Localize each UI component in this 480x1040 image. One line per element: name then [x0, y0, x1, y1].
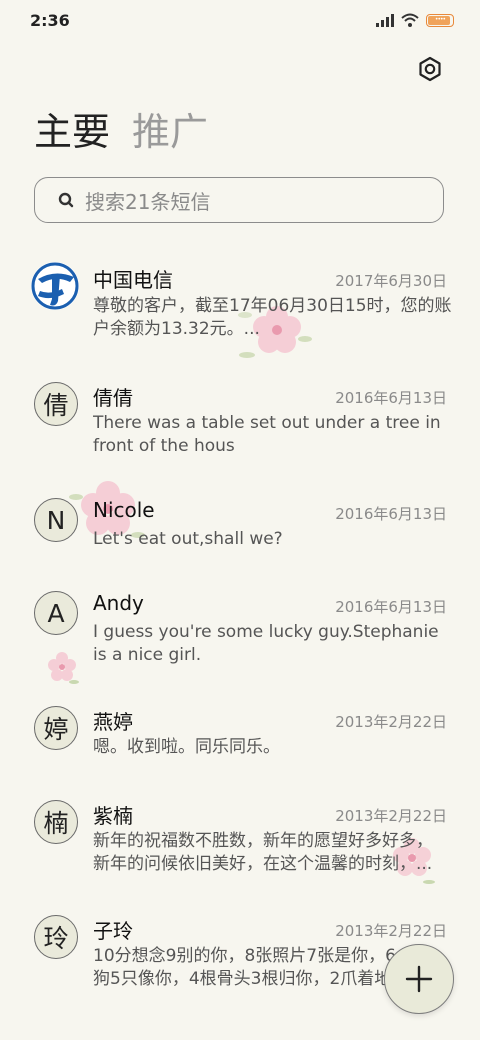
new-message-button[interactable]: [384, 944, 454, 1014]
contact-name: 子玲: [93, 919, 133, 943]
avatar: A: [34, 591, 78, 635]
tab-promo[interactable]: 推广: [132, 108, 208, 156]
search-icon: [58, 192, 74, 208]
list-item[interactable]: N Nicole 2016年6月13日 Let's eat out,shall …: [0, 486, 480, 576]
list-item[interactable]: 婷 燕婷 2013年2月22日 嗯。收到啦。同乐同乐。: [0, 696, 480, 786]
avatar: 楠: [34, 800, 78, 844]
message-preview: 尊敬的客户，截至17年06月30日15时，您的账 户余额为13.32元。...: [93, 296, 452, 339]
list-item[interactable]: A Andy 2016年6月13日 I guess you're some lu…: [0, 580, 480, 690]
tab-bar: 主要 推广: [34, 108, 208, 156]
avatar: 倩: [34, 382, 78, 426]
avatar: 玲: [34, 915, 78, 959]
avatar: 婷: [34, 706, 78, 750]
message-date: 2013年2月22日: [335, 807, 447, 825]
list-item[interactable]: 中国电信 2017年6月30日 尊敬的客户，截至17年06月30日15时，您的账…: [0, 248, 480, 368]
settings-gear-icon[interactable]: [416, 55, 444, 83]
message-preview: There was a table set out under a tree i…: [93, 413, 441, 456]
message-date: 2016年6月13日: [335, 598, 447, 616]
china-telecom-logo-icon: [31, 262, 79, 310]
message-date: 2013年2月22日: [335, 713, 447, 731]
message-date: 2016年6月13日: [335, 505, 447, 523]
contact-name: 紫楠: [93, 804, 133, 828]
contact-name: Andy: [93, 591, 144, 615]
search-placeholder: 搜索21条短信: [85, 189, 211, 214]
message-date: 2017年6月30日: [335, 272, 447, 290]
battery-icon: ••••: [426, 13, 454, 27]
signal-icon: [376, 13, 394, 27]
contact-name: Nicole: [93, 498, 155, 522]
status-icons: ••••: [376, 13, 454, 27]
wifi-icon: [401, 13, 419, 27]
message-preview: 嗯。收到啦。同乐同乐。: [93, 737, 280, 757]
message-date: 2013年2月22日: [335, 922, 447, 940]
avatar: N: [34, 498, 78, 542]
contact-name: 中国电信: [93, 268, 173, 292]
contact-name: 倩倩: [93, 386, 133, 410]
contact-name: 燕婷: [93, 710, 133, 734]
message-date: 2016年6月13日: [335, 389, 447, 407]
message-preview: I guess you're some lucky guy.Stephanie …: [93, 622, 439, 665]
message-preview: Let's eat out,shall we?: [93, 529, 283, 549]
battery-dots: ••••: [434, 16, 446, 23]
search-input[interactable]: 搜索21条短信: [34, 177, 444, 223]
tab-primary[interactable]: 主要: [34, 108, 110, 156]
plus-icon: [405, 965, 433, 993]
status-bar: 2:36 ••••: [0, 0, 480, 40]
status-time: 2:36: [30, 11, 70, 30]
message-preview: 新年的祝福数不胜数，新年的愿望好多好多， 新年的问候依旧美好，在这个温馨的时刻，…: [93, 831, 433, 874]
list-item[interactable]: 倩 倩倩 2016年6月13日 There was a table set ou…: [0, 368, 480, 478]
list-item[interactable]: 楠 紫楠 2013年2月22日 新年的祝福数不胜数，新年的愿望好多好多， 新年的…: [0, 791, 480, 901]
